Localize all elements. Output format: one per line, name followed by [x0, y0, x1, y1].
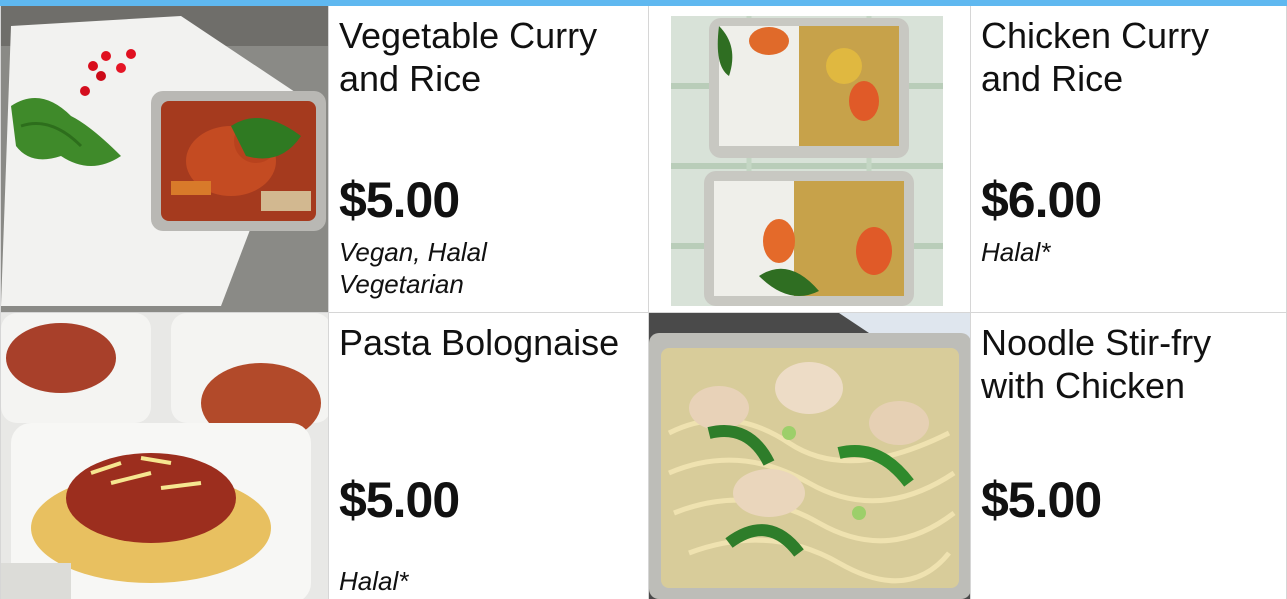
item-name-line: and Rice: [981, 58, 1124, 99]
menu-item-pasta-bolognaise[interactable]: Pasta Bolognaise $5.00 Halal*: [329, 313, 649, 599]
menu-item-vegetable-curry[interactable]: Vegetable Curry and Rice $5.00 Vegan, Ha…: [329, 6, 649, 313]
item-name: Chicken Curry and Rice: [981, 14, 1276, 100]
chicken-curry-photo[interactable]: [649, 6, 971, 313]
pasta-bolognaise-photo[interactable]: [0, 313, 329, 599]
item-name-line: and Rice: [339, 58, 482, 99]
item-name-line: Chicken Curry: [981, 15, 1210, 56]
dietary-tag-line: Halal*: [981, 237, 1051, 267]
dietary-tags: Halal*: [981, 236, 1181, 268]
item-price: $6.00: [981, 172, 1102, 228]
item-price: $5.00: [339, 172, 460, 228]
menu-item-chicken-curry[interactable]: Chicken Curry and Rice $6.00 Halal*: [971, 6, 1287, 313]
dietary-tags: Halal*: [339, 565, 539, 597]
item-name-line: Vegetable Curry: [339, 15, 598, 56]
vegetable-curry-photo[interactable]: [0, 6, 329, 313]
dietary-tags: Vegan, Halal Vegetarian: [339, 236, 539, 300]
item-name-line: Pasta Bolognaise: [339, 322, 620, 363]
item-price: $5.00: [339, 472, 460, 528]
item-name: Vegetable Curry and Rice: [339, 14, 638, 100]
item-name: Noodle Stir-fry with Chicken: [981, 321, 1276, 407]
menu-grid: Vegetable Curry and Rice $5.00 Vegan, Ha…: [0, 6, 1287, 599]
dietary-tag-line: Vegetarian: [339, 269, 464, 299]
dietary-tag-line: Halal*: [339, 566, 409, 596]
item-price: $5.00: [981, 472, 1102, 528]
menu-item-noodle-stirfry[interactable]: Noodle Stir-fry with Chicken $5.00: [971, 313, 1287, 599]
dietary-tag-line: Vegan, Halal: [339, 237, 487, 267]
item-name: Pasta Bolognaise: [339, 321, 638, 364]
item-name-line: Noodle Stir-fry: [981, 322, 1212, 363]
item-name-line: with Chicken: [981, 365, 1186, 406]
noodle-stirfry-photo[interactable]: [649, 313, 971, 599]
